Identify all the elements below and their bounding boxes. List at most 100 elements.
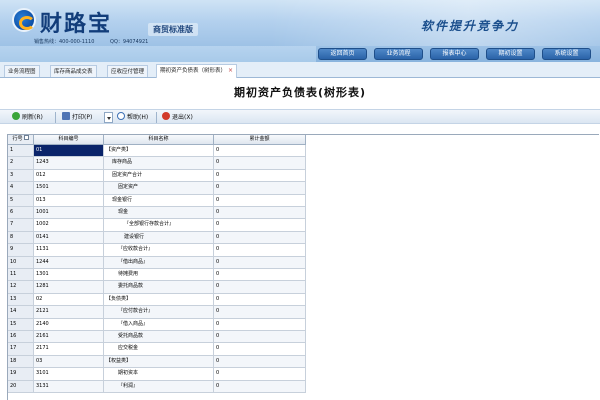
account-code: 02 (34, 293, 104, 307)
accumulated-amount[interactable]: 0 (214, 244, 306, 257)
nav-reports-button[interactable]: 报表中心 (430, 48, 479, 60)
tab-receivables[interactable]: 应收应付管理 (107, 65, 149, 77)
accumulated-amount[interactable]: 0 (214, 355, 306, 369)
help-label: 帮助(H) (127, 114, 149, 121)
table-row[interactable]: 11 1301 待摊费用 0 (8, 269, 306, 282)
tab-flowchart[interactable]: 业务流程图 (4, 65, 40, 77)
column-header-code[interactable]: 科目编号 (34, 135, 104, 145)
table-row[interactable]: 19 3101 期初资本 0 (8, 368, 306, 381)
row-number: 5 (8, 194, 34, 207)
table-row[interactable]: 17 2171 应交税金 0 (8, 343, 306, 356)
account-name: 【负债类】 (104, 293, 214, 307)
edition-badge: 商贸标准版 (148, 23, 198, 36)
logo-icon (12, 8, 36, 32)
account-code: 2121 (34, 306, 104, 319)
account-name: 『利润』 (104, 380, 214, 393)
nav-home-button[interactable]: 返回首页 (318, 48, 367, 60)
table-row[interactable]: 18 03 【权益类】 0 (8, 355, 306, 369)
table-row[interactable]: 20 3131 『利润』 0 (8, 380, 306, 393)
table-row[interactable]: 7 1002 『全部银行存款合计』 0 (8, 219, 306, 232)
account-code: 1244 (34, 256, 104, 269)
accumulated-amount[interactable]: 0 (214, 306, 306, 319)
grid-empty-area (300, 135, 600, 400)
table-row[interactable]: 13 02 【负债类】 0 (8, 293, 306, 307)
table-row[interactable]: 4 1501 固定资产 0 (8, 182, 306, 195)
table-row[interactable]: 10 1244 『借出商品』 0 (8, 256, 306, 269)
accumulated-amount[interactable]: 0 (214, 331, 306, 344)
table-row[interactable]: 8 0141 建设银行 0 (8, 231, 306, 245)
balance-sheet-grid: 行号 科目编号 科目名称 累计金额 1 01 【资产类】 0 2 1243 库存商品 0 3 01… (7, 134, 600, 400)
account-name: 【权益类】 (104, 355, 214, 369)
printer-icon (62, 112, 70, 120)
account-name: 待摊费用 (104, 269, 214, 282)
print-button[interactable]: 打印(P) (62, 112, 92, 123)
table-row[interactable]: 1 01 【资产类】 0 (8, 145, 306, 158)
account-name: 固定资产合计 (104, 169, 214, 183)
table-row[interactable]: 6 1001 现金 0 (8, 207, 306, 220)
select-all-checkbox[interactable] (23, 135, 29, 140)
tab-inventory[interactable]: 库存商品成交表 (50, 65, 97, 77)
column-header-amount[interactable]: 累计金额 (214, 135, 306, 145)
refresh-label: 刷新(R) (22, 114, 43, 121)
account-name: 『应收款合计』 (104, 244, 214, 257)
help-button[interactable]: 帮助(H) (117, 112, 148, 123)
table-row[interactable]: 12 1281 委托商品款 0 (8, 281, 306, 294)
table-row[interactable]: 16 2161 受托商品款 0 (8, 331, 306, 344)
row-number: 14 (8, 306, 34, 319)
accumulated-amount[interactable]: 0 (214, 368, 306, 381)
account-code: 1002 (34, 219, 104, 232)
tab-balance-sheet[interactable]: 期初资产负债表（树形表） × (156, 64, 238, 78)
table-row[interactable]: 5 013 现金银行 0 (8, 194, 306, 207)
account-code: 1501 (34, 182, 104, 195)
refresh-icon (12, 112, 20, 120)
accumulated-amount[interactable]: 0 (214, 145, 306, 158)
accumulated-amount[interactable]: 0 (214, 256, 306, 269)
table-row[interactable]: 15 2140 『借入商品』 0 (8, 318, 306, 331)
contact-info: 销售热线：400-000-1110 QQ：94074921 (34, 38, 162, 45)
accumulated-amount[interactable]: 0 (214, 231, 306, 245)
nav-process-button[interactable]: 业务流程 (374, 48, 423, 60)
row-number: 3 (8, 169, 34, 183)
table-row[interactable]: 9 1131 『应收款合计』 0 (8, 244, 306, 257)
account-code: 2140 (34, 318, 104, 331)
accumulated-amount[interactable]: 0 (214, 293, 306, 307)
row-number: 4 (8, 182, 34, 195)
refresh-button[interactable]: 刷新(R) (12, 112, 43, 123)
accumulated-amount[interactable]: 0 (214, 219, 306, 232)
table-row[interactable]: 3 012 固定资产合计 0 (8, 169, 306, 183)
table-row[interactable]: 2 1243 库存商品 0 (8, 157, 306, 170)
accumulated-amount[interactable]: 0 (214, 157, 306, 170)
row-number: 12 (8, 281, 34, 294)
accumulated-amount[interactable]: 0 (214, 281, 306, 294)
exit-button[interactable]: 退出(X) (162, 112, 193, 123)
accumulated-amount[interactable]: 0 (214, 169, 306, 183)
column-header-no[interactable]: 行号 (8, 135, 34, 145)
sales-hotline: 销售热线：400-000-1110 (34, 39, 95, 45)
row-number: 17 (8, 343, 34, 356)
slogan: 软件提升竞争力 (421, 19, 520, 33)
account-code: 012 (34, 169, 104, 183)
account-code: 03 (34, 355, 104, 369)
account-code: 2161 (34, 331, 104, 344)
accumulated-amount[interactable]: 0 (214, 380, 306, 393)
table-header: 行号 科目编号 科目名称 累计金额 (8, 135, 306, 145)
account-code: 1131 (34, 244, 104, 257)
accumulated-amount[interactable]: 0 (214, 343, 306, 356)
accumulated-amount[interactable]: 0 (214, 318, 306, 331)
account-name: 『应付款合计』 (104, 306, 214, 319)
accumulated-amount[interactable]: 0 (214, 182, 306, 195)
row-number: 18 (8, 355, 34, 369)
tab-label: 库存商品成交表 (54, 69, 93, 75)
accumulated-amount[interactable]: 0 (214, 269, 306, 282)
accumulated-amount[interactable]: 0 (214, 194, 306, 207)
tab-bar: 业务流程图 库存商品成交表 应收应付管理 期初资产负债表（树形表） × (0, 62, 600, 78)
print-dropdown[interactable] (104, 112, 113, 123)
nav-opening-button[interactable]: 期初设置 (486, 48, 535, 60)
column-header-name[interactable]: 科目名称 (104, 135, 214, 145)
nav-settings-button[interactable]: 系统设置 (542, 48, 591, 60)
exit-label: 退出(X) (172, 114, 193, 121)
accumulated-amount[interactable]: 0 (214, 207, 306, 220)
table-row[interactable]: 14 2121 『应付款合计』 0 (8, 306, 306, 319)
column-header-label: 行号 (12, 136, 23, 142)
close-icon[interactable]: × (228, 68, 233, 74)
